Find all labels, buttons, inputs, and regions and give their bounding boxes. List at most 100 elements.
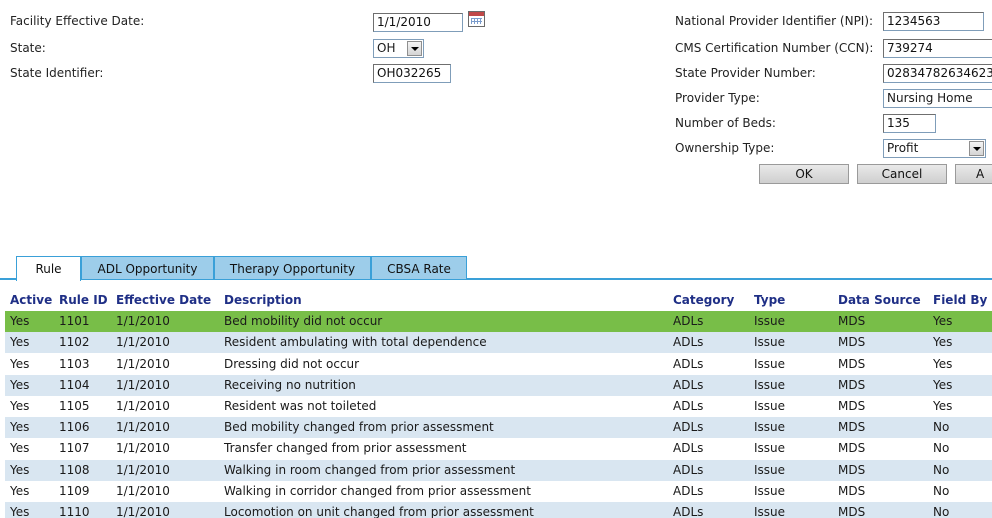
column-header-data-source[interactable]: Data Source bbox=[838, 293, 921, 307]
cell-active: Yes bbox=[10, 420, 30, 434]
chevron-down-icon[interactable] bbox=[407, 41, 422, 56]
cell-effective-date: 1/1/2010 bbox=[116, 505, 170, 518]
number-of-beds-input[interactable]: 135 bbox=[883, 114, 936, 133]
cell-description: Bed mobility changed from prior assessme… bbox=[224, 420, 494, 434]
cell-type: Issue bbox=[754, 357, 786, 371]
cell-rule-id: 1102 bbox=[59, 335, 90, 349]
cell-field-by: No bbox=[933, 463, 950, 477]
cell-type: Issue bbox=[754, 378, 786, 392]
facility-effective-date-label: Facility Effective Date: bbox=[10, 14, 145, 28]
cell-effective-date: 1/1/2010 bbox=[116, 399, 170, 413]
npi-input[interactable]: 1234563 bbox=[883, 12, 984, 31]
provider-type-select[interactable]: Nursing Home bbox=[883, 89, 992, 108]
column-header-category[interactable]: Category bbox=[673, 293, 734, 307]
cell-data-source: MDS bbox=[838, 314, 866, 328]
tab-therapy-opportunity[interactable]: Therapy Opportunity bbox=[214, 256, 371, 279]
cell-description: Receiving no nutrition bbox=[224, 378, 356, 392]
cell-effective-date: 1/1/2010 bbox=[116, 335, 170, 349]
column-header-description[interactable]: Description bbox=[224, 293, 302, 307]
cell-description: Resident was not toileted bbox=[224, 399, 377, 413]
ownership-type-label: Ownership Type: bbox=[675, 141, 775, 155]
table-row[interactable]: Yes 1102 1/1/2010 Resident ambulating wi… bbox=[5, 332, 992, 353]
provider-type-select-value: Nursing Home bbox=[887, 91, 973, 105]
cell-category: ADLs bbox=[673, 505, 704, 518]
cell-category: ADLs bbox=[673, 484, 704, 498]
cell-data-source: MDS bbox=[838, 420, 866, 434]
table-row[interactable]: Yes 1106 1/1/2010 Bed mobility changed f… bbox=[5, 417, 992, 438]
table-row[interactable]: Yes 1105 1/1/2010 Resident was not toile… bbox=[5, 396, 992, 417]
facility-effective-date-input[interactable]: 1/1/2010 bbox=[373, 13, 463, 32]
ownership-type-select[interactable]: Profit bbox=[883, 139, 986, 158]
table-row[interactable]: Yes 1108 1/1/2010 Walking in room change… bbox=[5, 460, 992, 481]
cell-effective-date: 1/1/2010 bbox=[116, 463, 170, 477]
cell-category: ADLs bbox=[673, 314, 704, 328]
cell-category: ADLs bbox=[673, 357, 704, 371]
cell-field-by: No bbox=[933, 484, 950, 498]
tab-rule[interactable]: Rule bbox=[16, 256, 81, 281]
cell-description: Bed mobility did not occur bbox=[224, 314, 383, 328]
cell-effective-date: 1/1/2010 bbox=[116, 314, 170, 328]
state-select-value: OH bbox=[377, 41, 396, 55]
cell-rule-id: 1110 bbox=[59, 505, 90, 518]
state-provider-number-input[interactable]: 028347826346234 bbox=[883, 64, 992, 83]
state-label: State: bbox=[10, 41, 46, 55]
cell-effective-date: 1/1/2010 bbox=[116, 378, 170, 392]
cell-category: ADLs bbox=[673, 441, 704, 455]
cell-field-by: No bbox=[933, 441, 950, 455]
cell-type: Issue bbox=[754, 463, 786, 477]
state-select[interactable]: OH bbox=[373, 39, 424, 58]
apply-button[interactable]: A bbox=[955, 164, 992, 184]
cell-type: Issue bbox=[754, 484, 786, 498]
tab-adl-opportunity[interactable]: ADL Opportunity bbox=[81, 256, 214, 279]
cell-rule-id: 1107 bbox=[59, 441, 90, 455]
cell-rule-id: 1104 bbox=[59, 378, 90, 392]
column-header-field-by[interactable]: Field By Fi bbox=[933, 293, 992, 307]
cell-category: ADLs bbox=[673, 420, 704, 434]
cell-data-source: MDS bbox=[838, 357, 866, 371]
column-header-effective-date[interactable]: Effective Date bbox=[116, 293, 211, 307]
cell-category: ADLs bbox=[673, 335, 704, 349]
number-of-beds-label: Number of Beds: bbox=[675, 116, 776, 130]
cell-type: Issue bbox=[754, 399, 786, 413]
cell-description: Walking in corridor changed from prior a… bbox=[224, 484, 531, 498]
cell-active: Yes bbox=[10, 484, 30, 498]
chevron-down-icon[interactable] bbox=[969, 141, 984, 156]
cell-category: ADLs bbox=[673, 378, 704, 392]
table-row[interactable]: Yes 1107 1/1/2010 Transfer changed from … bbox=[5, 438, 992, 459]
cell-category: ADLs bbox=[673, 399, 704, 413]
cell-active: Yes bbox=[10, 335, 30, 349]
tab-cbsa-rate[interactable]: CBSA Rate bbox=[371, 256, 467, 279]
cell-data-source: MDS bbox=[838, 484, 866, 498]
column-header-active[interactable]: Active bbox=[10, 293, 52, 307]
cell-field-by: Yes bbox=[933, 314, 953, 328]
cell-type: Issue bbox=[754, 441, 786, 455]
column-header-rule-id[interactable]: Rule ID bbox=[59, 293, 108, 307]
table-row[interactable]: Yes 1104 1/1/2010 Receiving no nutrition… bbox=[5, 375, 992, 396]
table-row[interactable]: Yes 1101 1/1/2010 Bed mobility did not o… bbox=[5, 311, 992, 332]
column-header-type[interactable]: Type bbox=[754, 293, 785, 307]
cancel-button[interactable]: Cancel bbox=[857, 164, 947, 184]
cell-active: Yes bbox=[10, 314, 30, 328]
cell-effective-date: 1/1/2010 bbox=[116, 420, 170, 434]
cell-description: Locomotion on unit changed from prior as… bbox=[224, 505, 534, 518]
state-identifier-label: State Identifier: bbox=[10, 66, 104, 80]
cell-active: Yes bbox=[10, 357, 30, 371]
cell-active: Yes bbox=[10, 378, 30, 392]
ok-button[interactable]: OK bbox=[759, 164, 849, 184]
cell-field-by: No bbox=[933, 420, 950, 434]
calendar-icon[interactable] bbox=[468, 11, 485, 27]
table-row[interactable]: Yes 1110 1/1/2010 Locomotion on unit cha… bbox=[5, 502, 992, 518]
state-identifier-input[interactable]: OH032265 bbox=[373, 64, 451, 83]
table-row[interactable]: Yes 1103 1/1/2010 Dressing did not occur… bbox=[5, 354, 992, 375]
cell-effective-date: 1/1/2010 bbox=[116, 357, 170, 371]
cell-category: ADLs bbox=[673, 463, 704, 477]
table-row[interactable]: Yes 1109 1/1/2010 Walking in corridor ch… bbox=[5, 481, 992, 502]
cell-description: Resident ambulating with total dependenc… bbox=[224, 335, 487, 349]
provider-type-label: Provider Type: bbox=[675, 91, 760, 105]
cell-active: Yes bbox=[10, 463, 30, 477]
cell-effective-date: 1/1/2010 bbox=[116, 441, 170, 455]
cell-active: Yes bbox=[10, 505, 30, 518]
ccn-input[interactable]: 739274 bbox=[883, 39, 992, 58]
cell-effective-date: 1/1/2010 bbox=[116, 484, 170, 498]
cell-rule-id: 1101 bbox=[59, 314, 90, 328]
